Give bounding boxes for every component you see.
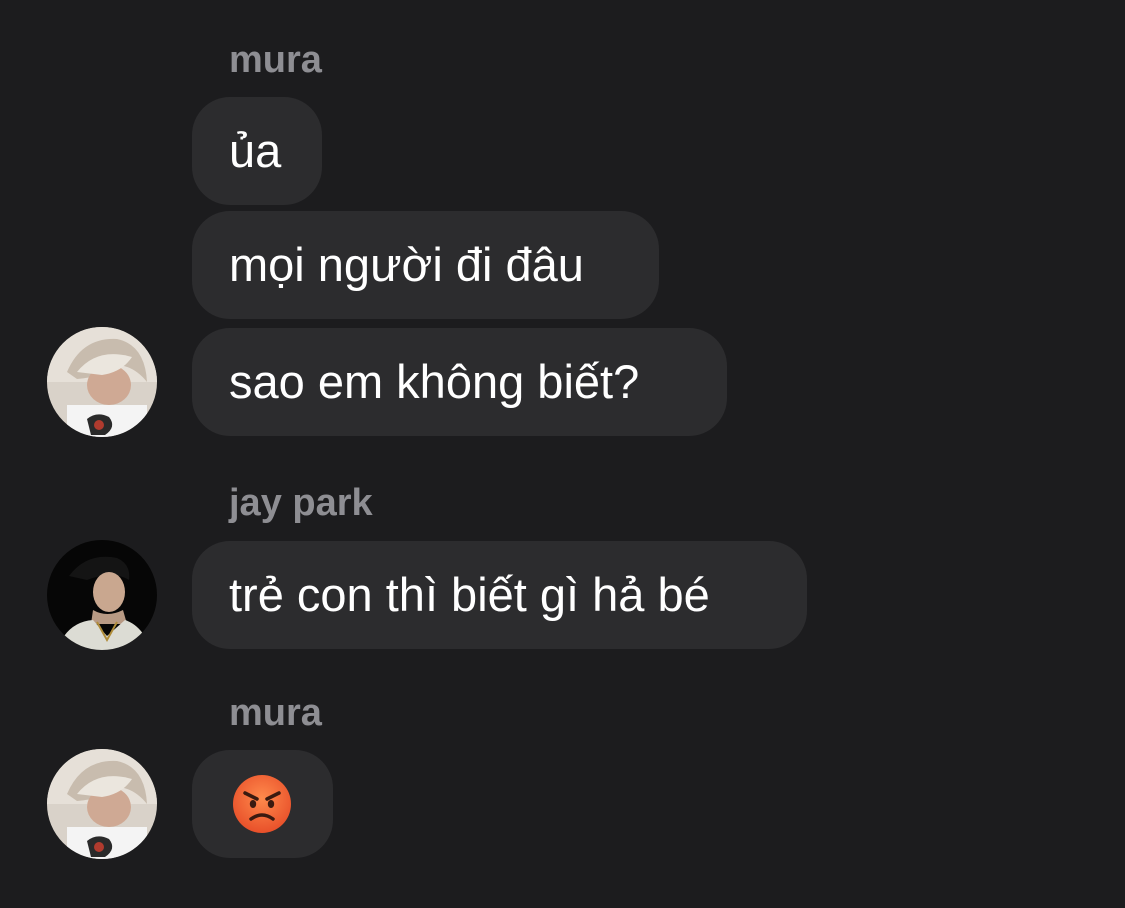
mura-avatar-icon bbox=[47, 749, 157, 859]
angry-face-emoji-icon bbox=[233, 775, 291, 833]
message-text: trẻ con thì biết gì hả bé bbox=[229, 568, 710, 621]
message-bubble[interactable]: mọi người đi đâu bbox=[192, 211, 659, 319]
message-text: mọi người đi đâu bbox=[229, 238, 584, 291]
message-bubble[interactable] bbox=[192, 750, 333, 858]
message-text: ủa bbox=[229, 124, 282, 177]
mura-avatar-icon bbox=[47, 327, 157, 437]
jay-park-avatar-icon bbox=[47, 540, 157, 650]
message-bubble[interactable]: ủa bbox=[192, 97, 322, 205]
sender-name: jay park bbox=[229, 482, 373, 524]
message-text: sao em không biết? bbox=[229, 355, 640, 408]
avatar[interactable] bbox=[47, 749, 157, 859]
message-bubble[interactable]: sao em không biết? bbox=[192, 328, 727, 436]
avatar[interactable] bbox=[47, 540, 157, 650]
avatar[interactable] bbox=[47, 327, 157, 437]
message-bubble[interactable]: trẻ con thì biết gì hả bé bbox=[192, 541, 807, 649]
sender-name: mura bbox=[229, 39, 322, 81]
sender-name: mura bbox=[229, 692, 322, 734]
